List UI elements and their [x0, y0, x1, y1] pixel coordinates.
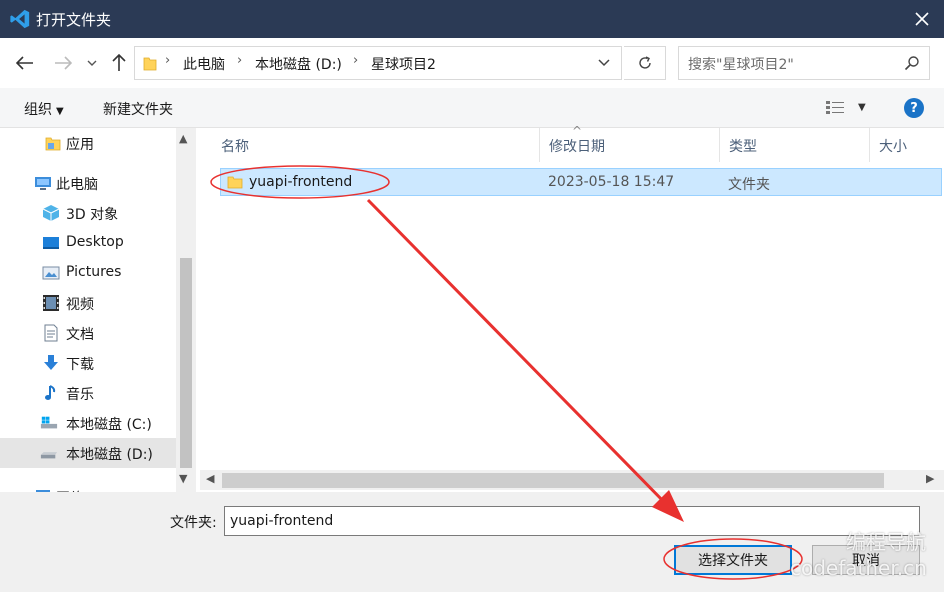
breadcrumb-separator: ›	[237, 53, 243, 68]
chevron-down-icon	[87, 60, 97, 66]
folder-label: 文件夹:	[170, 515, 217, 531]
table-row[interactable]: yuapi-frontend 2023-05-18 15:47 文件夹	[220, 168, 942, 196]
document-icon	[44, 324, 58, 342]
scroll-left-icon[interactable]: ◀	[206, 472, 214, 485]
drive-c-icon	[40, 416, 58, 429]
sidebar-item-label: 音乐	[66, 387, 94, 403]
help-button[interactable]: ?	[904, 98, 924, 118]
view-dropdown-icon[interactable]: ▼	[858, 102, 866, 113]
sidebar-item-drive-c[interactable]: 本地磁盘 (C:)	[0, 408, 176, 438]
organize-label: 组织	[24, 102, 52, 118]
sidebar-item-downloads[interactable]: 下载	[0, 348, 176, 378]
arrow-right-icon	[55, 56, 72, 70]
file-type: 文件夹	[728, 177, 770, 193]
sidebar-item-documents[interactable]: 文档	[0, 318, 176, 348]
sidebar-item-label: 视频	[66, 297, 94, 313]
forward-button[interactable]	[50, 50, 76, 76]
sidebar-item-3d-objects[interactable]: 3D 对象	[0, 198, 176, 228]
column-header-label: 大小	[879, 139, 907, 155]
sidebar-item-label: 3D 对象	[66, 207, 119, 223]
column-header-modified[interactable]: 修改日期	[540, 128, 720, 162]
cube-icon	[42, 205, 60, 221]
recent-locations-button[interactable]	[82, 50, 102, 76]
scroll-thumb[interactable]	[222, 473, 884, 488]
help-icon: ?	[910, 100, 918, 116]
watermark-url: codefather.cn	[790, 556, 927, 580]
download-icon	[44, 355, 58, 370]
column-header-label: 类型	[729, 139, 757, 155]
sidebar-item-label: 应用	[66, 137, 94, 153]
navigation-pane: 应用 此电脑 3D 对象 Desktop Pictures 视频 文档 下载 音…	[0, 128, 176, 492]
organize-menu[interactable]: 组织 ▼	[24, 99, 64, 119]
sidebar-item-label: 文档	[66, 327, 94, 343]
up-button[interactable]	[106, 50, 132, 76]
watermark-title: 编程导航	[846, 530, 926, 554]
list-horizontal-scrollbar[interactable]: ◀ ▶	[200, 470, 944, 490]
file-name: yuapi-frontend	[249, 174, 353, 190]
scroll-down-icon[interactable]: ▼	[179, 472, 187, 485]
file-modified: 2023-05-18 15:47	[548, 174, 675, 190]
music-icon	[45, 385, 56, 400]
folder-icon	[143, 57, 157, 71]
desktop-icon	[43, 237, 59, 249]
scroll-thumb[interactable]	[180, 258, 192, 468]
refresh-button[interactable]	[624, 46, 666, 80]
arrow-left-icon	[16, 56, 33, 70]
breadcrumb-item[interactable]: 本地磁盘 (D:)	[255, 54, 342, 74]
sidebar-item-drive-d[interactable]: 本地磁盘 (D:)	[0, 438, 176, 468]
sidebar-item-label: 此电脑	[56, 177, 98, 193]
folder-icon	[227, 176, 243, 189]
sidebar-item-network[interactable]: 网络	[0, 482, 176, 492]
refresh-icon	[638, 56, 651, 69]
sidebar-item-apps[interactable]: 应用	[0, 128, 176, 158]
sidebar-item-label: 本地磁盘 (C:)	[66, 417, 152, 433]
computer-icon	[35, 177, 51, 190]
sidebar-item-this-pc[interactable]: 此电脑	[0, 168, 176, 198]
search-input[interactable]: 搜索"星球项目2"	[688, 54, 794, 74]
select-folder-button[interactable]: 选择文件夹	[674, 545, 792, 575]
column-header-label: 名称	[221, 139, 249, 155]
arrow-up-icon	[112, 54, 126, 71]
sidebar-item-label: 下载	[66, 357, 94, 373]
folder-name-input[interactable]	[224, 506, 920, 536]
view-icon	[826, 101, 844, 114]
scroll-right-icon[interactable]: ▶	[926, 472, 934, 485]
column-header-type[interactable]: 类型	[720, 128, 870, 162]
address-dropdown-icon[interactable]	[596, 54, 612, 70]
search-box[interactable]: 搜索"星球项目2"	[678, 46, 930, 80]
caret-down-icon: ▼	[56, 106, 64, 117]
vscode-icon	[10, 9, 30, 29]
view-options-button[interactable]	[826, 100, 846, 118]
column-header-name[interactable]: 名称	[212, 128, 540, 162]
close-icon	[915, 12, 929, 26]
close-button[interactable]	[906, 4, 938, 34]
column-header-label: 修改日期	[549, 139, 605, 155]
sidebar-scrollbar[interactable]: ▲ ▼	[176, 128, 196, 492]
drive-d-icon	[40, 452, 58, 459]
sidebar-item-label: Desktop	[66, 234, 124, 250]
sidebar-item-videos[interactable]: 视频	[0, 288, 176, 318]
breadcrumb-item[interactable]: 此电脑	[183, 54, 225, 74]
folder-icon	[45, 137, 61, 151]
breadcrumb-item[interactable]: 星球项目2	[371, 54, 436, 74]
breadcrumb-separator: ›	[165, 53, 171, 68]
pictures-icon	[42, 266, 60, 280]
title-bar: 打开文件夹	[0, 0, 944, 38]
column-header-size[interactable]: 大小	[870, 128, 944, 162]
video-icon	[43, 295, 59, 311]
window-title: 打开文件夹	[36, 11, 112, 29]
breadcrumb-separator: ›	[353, 53, 359, 68]
scroll-up-icon[interactable]: ▲	[179, 132, 187, 145]
sidebar-item-desktop[interactable]: Desktop	[0, 228, 176, 258]
sidebar-item-pictures[interactable]: Pictures	[0, 258, 176, 288]
file-list: ^ 名称 修改日期 类型 大小 yuapi-frontend 2023-05-1…	[200, 124, 944, 468]
back-button[interactable]	[12, 50, 38, 76]
sidebar-item-label: Pictures	[66, 264, 122, 280]
sidebar-item-music[interactable]: 音乐	[0, 378, 176, 408]
search-icon	[904, 56, 919, 71]
new-folder-button[interactable]: 新建文件夹	[103, 99, 173, 119]
address-bar[interactable]: › 此电脑 › 本地磁盘 (D:) › 星球项目2	[134, 46, 622, 80]
sidebar-item-label: 本地磁盘 (D:)	[66, 447, 153, 463]
